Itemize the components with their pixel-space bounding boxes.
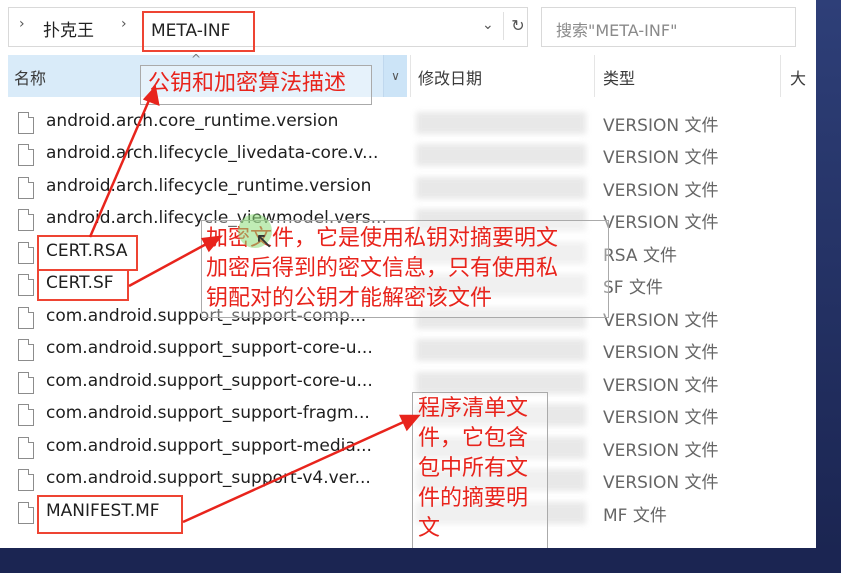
annotation-sf-text: 公钥和加密算法描述 [148,71,347,96]
desktop-background-right [816,0,841,573]
annotation-manifest-line2: 件，它包含 [418,426,529,451]
explorer-window: › 扑克王 › META-INF ⌄ ↻ 搜索"META-INF" 名称 ^ ∨… [0,0,816,548]
annotation-rsa-line2: 加密后得到的密文信息，只有使用私 [206,256,559,281]
desktop-background-bottom [0,548,841,573]
arrow-rsa-line [128,240,211,288]
annotation-manifest-line3: 包中所有文 [418,456,529,481]
annotation-manifest-line1: 程序清单文 [418,396,529,421]
annotation-manifest-line5: 文 [418,516,441,541]
annotation-rsa-line3: 钥配对的公钥才能解密该文件 [206,286,493,311]
arrow-sf-line [88,97,152,238]
annotation-manifest-line4: 件的摘要明 [418,486,529,511]
arrow-manifest-head [399,414,421,432]
mouse-pointer-icon: ↖ [255,229,274,254]
arrow-manifest-line [182,418,409,524]
